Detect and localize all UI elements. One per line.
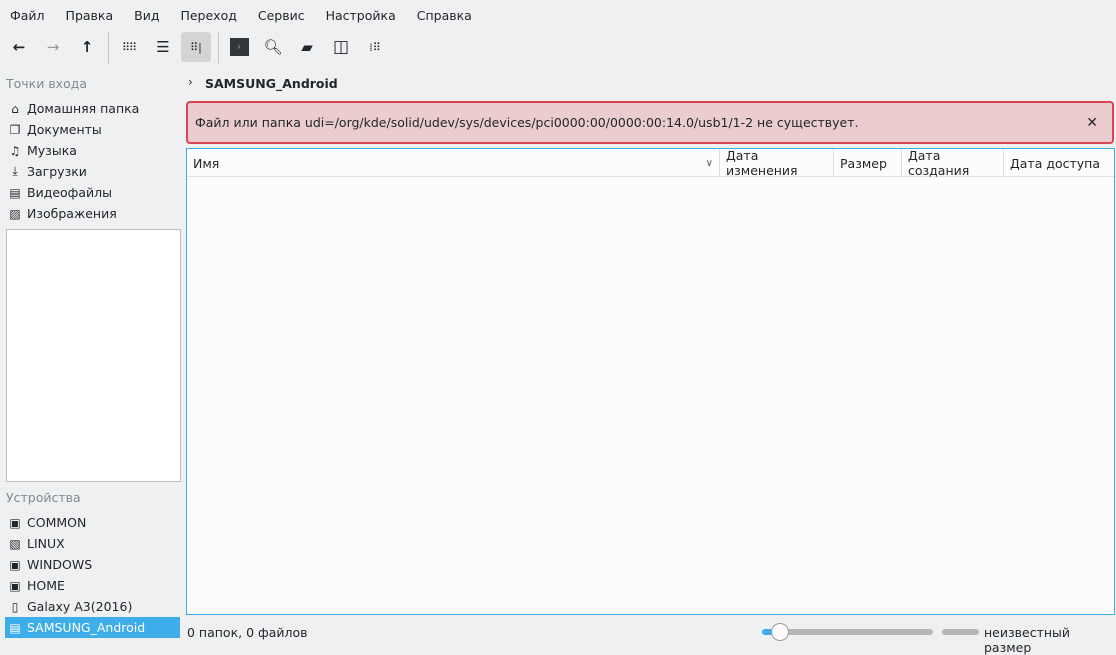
devices-header: Устройства [6, 490, 81, 505]
place-documents[interactable]: ❐ Документы [8, 119, 180, 140]
place-label: Документы [27, 122, 102, 137]
breadcrumb[interactable]: SAMSUNG_Android [205, 76, 338, 91]
error-message: Файл или папка udi=/org/kde/solid/udev/s… [186, 101, 1114, 144]
close-icon[interactable]: ✕ [1086, 115, 1098, 131]
menu-go[interactable]: Переход [180, 8, 236, 23]
home-icon: ⌂ [11, 101, 19, 116]
forward-button[interactable]: → [38, 32, 68, 62]
search-icon[interactable]: 🔍︎ [258, 32, 288, 62]
music-icon: ♫ [9, 143, 21, 158]
column-modified[interactable]: Дата изменения [720, 148, 834, 178]
column-created[interactable]: Дата создания [902, 148, 1004, 178]
device-linux[interactable]: ▧ LINUX [8, 533, 180, 554]
device-windows[interactable]: ▣ WINDOWS [8, 554, 180, 575]
status-text: 0 папок, 0 файлов [187, 625, 308, 640]
column-header: Имя ∨ Дата изменения Размер Дата создания… [187, 148, 1114, 178]
device-label: COMMON [27, 515, 87, 530]
zoom-slider[interactable] [762, 623, 933, 641]
divider [108, 32, 109, 64]
downloads-icon: ⤓ [12, 164, 18, 178]
menu-help[interactable]: Справка [417, 8, 472, 23]
device-common[interactable]: ▣ COMMON [8, 512, 180, 533]
device-label: SAMSUNG_Android [27, 620, 146, 635]
documents-icon: ❐ [9, 122, 21, 137]
split-view-icon[interactable]: ◫ [326, 32, 356, 62]
menu-edit[interactable]: Правка [66, 8, 114, 23]
divider [218, 32, 219, 64]
place-label: Видеофайлы [27, 185, 113, 200]
device-label: Galaxy A3(2016) [27, 599, 133, 614]
place-label: Домашняя папка [27, 101, 140, 116]
place-videos[interactable]: ▤ Видеофайлы [8, 182, 180, 203]
drive-icon: ▣ [9, 515, 21, 530]
device-label: WINDOWS [27, 557, 93, 572]
phone-icon: ▯ [11, 599, 19, 614]
free-space-text: неизвестный размер [984, 625, 1071, 655]
terminal-button[interactable]: › [224, 32, 254, 62]
images-icon: ▨ [9, 206, 21, 221]
column-size[interactable]: Размер [834, 149, 902, 177]
place-music[interactable]: ♫ Музыка [8, 140, 180, 161]
file-list[interactable]: Имя ∨ Дата изменения Размер Дата создания… [186, 148, 1115, 615]
device-label: LINUX [27, 536, 65, 551]
video-icon: ▤ [9, 185, 21, 200]
column-name[interactable]: Имя ∨ [187, 149, 720, 177]
chevron-down-icon: ∨ [705, 157, 713, 169]
device-samsung-android[interactable]: ▤ SAMSUNG_Android [5, 617, 180, 638]
details-view-icon[interactable]: ⠿| [181, 32, 211, 62]
place-label: Загрузки [27, 164, 87, 179]
compact-view-icon[interactable]: ☰ [148, 32, 178, 62]
error-text: Файл или папка udi=/org/kde/solid/udev/s… [195, 115, 859, 130]
terminal-icon: › [229, 38, 249, 56]
place-label: Музыка [27, 143, 77, 158]
toolbar: ← → ↑ ⠿⠿ ☰ ⠿| › 🔍︎ ▰ ◫ ⁞⠿ [0, 30, 400, 66]
drive-icon: ▧ [9, 536, 21, 551]
free-space-bar [942, 629, 979, 635]
place-images[interactable]: ▨ Изображения [8, 203, 180, 224]
menu-bar: Файл Правка Вид Переход Сервис Настройка… [0, 0, 493, 30]
place-home[interactable]: ⌂ Домашняя папка [8, 98, 180, 119]
media-player-icon: ▤ [9, 620, 21, 635]
menu-view[interactable]: Вид [134, 8, 159, 23]
menu-settings[interactable]: Настройка [326, 8, 396, 23]
device-label: HOME [27, 578, 65, 593]
place-label: Изображения [27, 206, 117, 221]
breadcrumb-arrow-icon: › [188, 75, 193, 89]
places-empty-area [6, 229, 181, 482]
preview-icon[interactable]: ▰ [292, 32, 322, 62]
places-header: Точки входа [6, 76, 88, 91]
menu-tools[interactable]: Сервис [258, 8, 305, 23]
drive-icon: ▣ [9, 578, 21, 593]
place-downloads[interactable]: ⤓ Загрузки [8, 161, 180, 182]
columns-view-icon[interactable]: ⁞⠿ [360, 32, 390, 62]
up-button[interactable]: ↑ [72, 32, 102, 62]
back-button[interactable]: ← [4, 32, 34, 62]
device-galaxy[interactable]: ▯ Galaxy A3(2016) [8, 596, 180, 617]
column-label: Имя [193, 155, 220, 171]
menu-file[interactable]: Файл [10, 8, 45, 23]
icons-view-icon[interactable]: ⠿⠿ [114, 32, 144, 62]
column-accessed[interactable]: Дата доступа [1004, 149, 1114, 177]
drive-icon: ▣ [9, 557, 21, 572]
device-home[interactable]: ▣ HOME [8, 575, 180, 596]
zoom-slider-handle[interactable] [771, 623, 789, 641]
